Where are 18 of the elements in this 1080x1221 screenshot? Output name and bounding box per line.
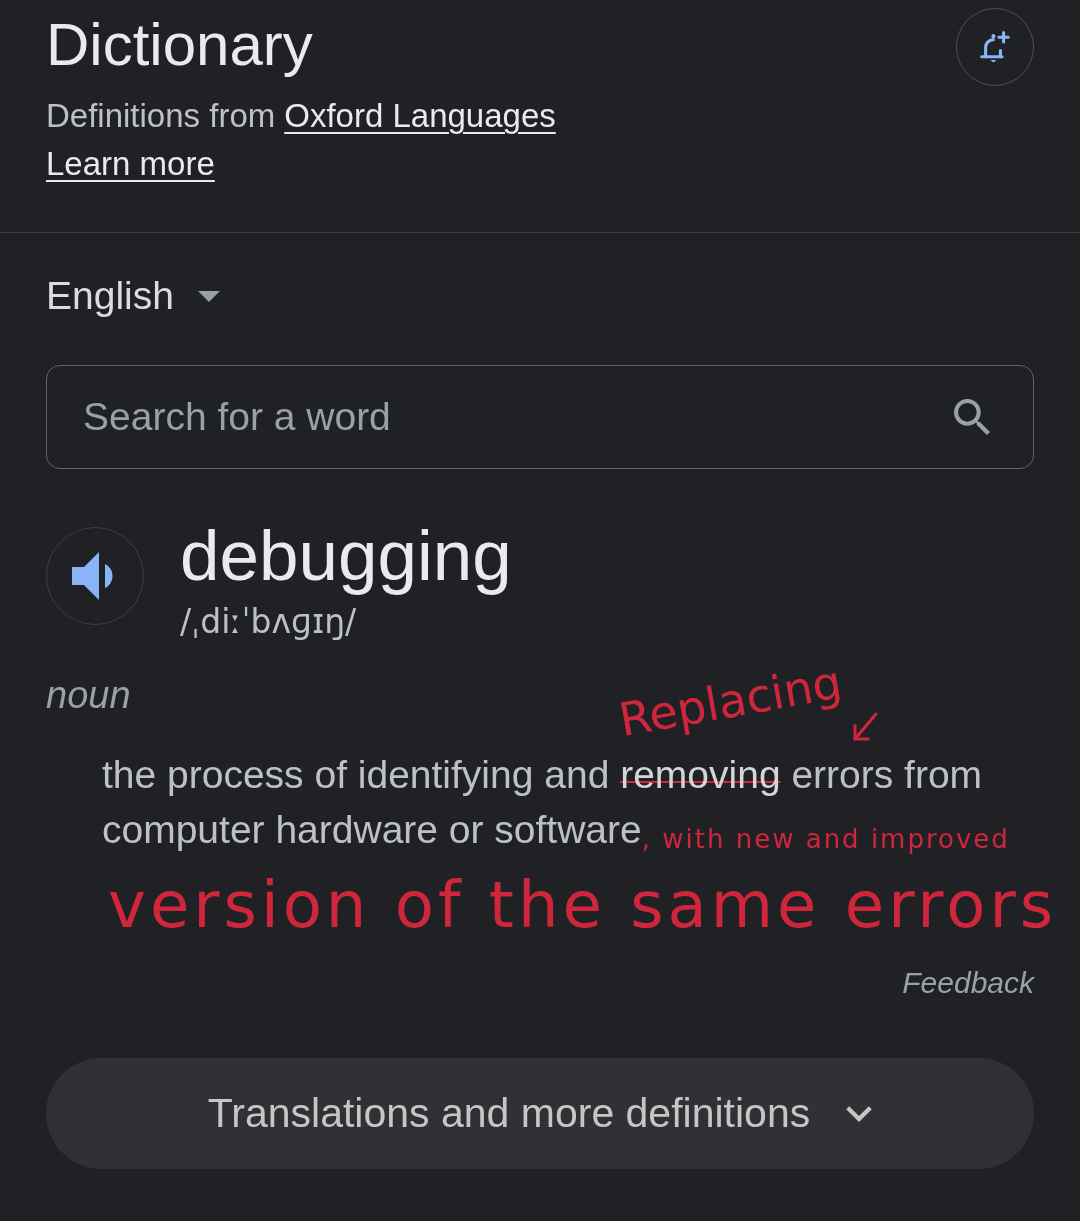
source-link[interactable]: Oxford Languages — [284, 92, 556, 140]
search-field[interactable]: Search for a word — [46, 365, 1034, 469]
phonetic-text: /ˌdiːˈbʌɡɪŋ/ — [180, 601, 357, 643]
search-icon — [954, 399, 990, 435]
part-of-speech: noun — [46, 673, 131, 717]
speaker-icon — [72, 552, 114, 600]
source-label: Definitions from — [46, 96, 276, 136]
bell-plus-icon — [980, 31, 1010, 63]
caret-icon — [197, 290, 220, 302]
language-dropdown[interactable]: English — [46, 272, 220, 320]
chevron-down-icon — [846, 1105, 873, 1122]
page-title: Dictionary — [46, 10, 313, 80]
headword: debugging — [180, 519, 512, 593]
feedback-link[interactable]: Feedback — [902, 963, 1034, 1003]
more-definitions-button[interactable]: Translations and more definitions — [46, 1058, 1034, 1169]
handwritten-note: Replacing — [616, 658, 846, 743]
learn-more-link[interactable]: Learn more — [46, 140, 215, 188]
handwritten-note: version of the same errors — [108, 867, 1058, 944]
